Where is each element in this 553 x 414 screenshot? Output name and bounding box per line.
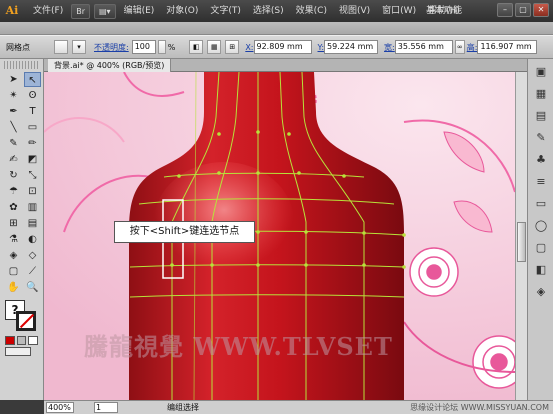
link-icon[interactable]: ∞ [454,40,465,54]
document-tab-bar: 背景.ai* @ 400% (RGB/预览) [44,59,527,72]
opacity-field[interactable]: 100 [131,40,156,54]
pencil-tool-icon[interactable]: ✏ [24,136,41,151]
arrange-documents-button[interactable]: ▤▾ [93,3,116,19]
zoom-tool-icon[interactable]: 🔍 [24,280,41,295]
canvas-watermark: 騰龍視覺 WWW.TLVSET [84,332,393,361]
brush-icon[interactable]: ▾ [72,40,86,54]
menu-type[interactable]: 文字(T) [204,0,247,22]
magic-wand-tool-icon[interactable]: ✴ [5,88,22,103]
scale-tool-icon[interactable]: ⤡ [24,168,41,183]
zoom-field[interactable]: 400% [46,402,74,413]
tools-panel: ➤ ↖ ✴ ʘ ✒ T ╲ ▭ ✎ ✏ ✍ ◩ ↻ ⤡ ☂ ⊡ ✿ ▥ ⊞ ▤ … [0,59,44,400]
type-tool-icon[interactable]: T [24,104,41,119]
menu-effect[interactable]: 效果(C) [290,0,333,22]
menu-bar: Ai 文件(F) Br ▤▾ 编辑(E) 对象(O) 文字(T) 选择(S) 效… [0,0,553,22]
close-icon[interactable]: ✕ [533,3,549,17]
color-panel-icon[interactable]: ▣ [531,63,551,81]
color-guide-icon[interactable]: ▦ [531,85,551,103]
menu-window[interactable]: 窗口(W) [376,0,422,22]
line-tool-icon[interactable]: ╲ [5,120,22,135]
opacity-dropdown-icon[interactable] [157,40,166,54]
width-field[interactable]: 35.556 mm [394,40,453,54]
lasso-tool-icon[interactable]: ʘ [24,88,41,103]
menu-view[interactable]: 视图(V) [333,0,376,22]
pen-tool-icon[interactable]: ✒ [5,104,22,119]
appearance-panel-icon[interactable]: ▢ [531,239,551,257]
height-label[interactable]: 高: [467,42,478,53]
minimize-icon[interactable]: – [497,3,513,17]
menu-edit[interactable]: 编辑(E) [118,0,161,22]
flower-1 [409,247,459,297]
slice-tool-icon[interactable]: ⟋ [24,264,41,279]
eraser-tool-icon[interactable]: ◩ [24,152,41,167]
document-tab[interactable]: 背景.ai* @ 400% (RGB/预览) [48,59,172,72]
free-transform-tool-icon[interactable]: ⊡ [24,184,41,199]
artboard-tool-icon[interactable]: ▢ [5,264,22,279]
opacity-link[interactable]: 不透明度: [94,42,129,53]
shift-select-tooltip: 按下<Shift>键连选节点 [114,221,255,243]
swatches-panel-icon[interactable]: ▤ [531,107,551,125]
mesh-tool-icon[interactable]: ⊞ [5,216,22,231]
x-field[interactable]: 92.809 mm [253,40,312,54]
none-mode-icon[interactable] [28,336,39,345]
blob-brush-tool-icon[interactable]: ✍ [5,152,22,167]
brushes-panel-icon[interactable]: ✎ [531,129,551,147]
gradient-tool-icon[interactable]: ▤ [24,216,41,231]
app-logo: Ai [5,4,19,17]
transform-icon[interactable]: ⊞ [225,40,240,54]
window-controls: – ▢ ✕ [497,3,549,17]
stroke-swatch-icon[interactable] [54,40,68,54]
vertical-scrollbar[interactable] [515,72,527,400]
status-bar: 400% 1 编组选择 思缘设计论坛 WWW.MISSYUAN.COM [44,400,553,414]
eyedropper-tool-icon[interactable]: ⚗ [5,232,22,247]
selection-type-label: 网格点 [6,42,30,52]
stroke-swatch[interactable] [16,311,36,331]
direct-selection-tool-icon[interactable]: ↖ [24,72,41,87]
hand-tool-icon[interactable]: ✋ [5,280,22,295]
height-field[interactable]: 116.907 mm [477,40,538,54]
recolor-icon[interactable]: ◧ [189,40,204,54]
blend-tool-icon[interactable]: ◐ [24,232,41,247]
status-text[interactable]: 编组选择 [138,402,228,413]
fill-stroke-widget[interactable]: ? [5,300,39,332]
menu-object[interactable]: 对象(O) [160,0,204,22]
panel-grip[interactable] [4,61,39,69]
menu-file[interactable]: 文件(F) [27,0,69,22]
opacity-unit: % [167,42,176,52]
layers-panel-icon[interactable]: ◈ [531,283,551,301]
stroke-panel-icon[interactable]: ≡ [531,173,551,191]
maximize-icon[interactable]: ▢ [515,3,531,17]
live-paint-selection-icon[interactable]: ◇ [24,248,41,263]
gradient-mode-icon[interactable] [16,336,27,345]
menu-select[interactable]: 选择(S) [247,0,290,22]
right-dock: ▣ ▦ ▤ ✎ ♣ ≡ ▭ ◯ ▢ ◧ ◈ [527,59,553,400]
width-label[interactable]: 宽: [384,42,395,53]
vertical-scroll-thumb[interactable] [517,222,526,262]
rotate-tool-icon[interactable]: ↻ [5,168,22,183]
graph-tool-icon[interactable]: ▥ [24,200,41,215]
graphic-styles-icon[interactable]: ◧ [531,261,551,279]
bridge-button[interactable]: Br [71,3,90,19]
symbols-panel-icon[interactable]: ♣ [531,151,551,169]
align-icon[interactable]: ▦ [207,40,222,54]
y-field[interactable]: 59.224 mm [324,40,379,54]
symbol-sprayer-tool-icon[interactable]: ✿ [5,200,22,215]
rectangle-tool-icon[interactable]: ▭ [24,120,41,135]
page-field[interactable]: 1 [94,402,118,413]
color-mode-icon[interactable] [5,336,15,345]
panel-strip [0,22,553,35]
workspace-switcher[interactable]: 基本功能 [426,3,462,19]
selection-tool-icon[interactable]: ➤ [5,72,22,87]
transparency-panel-icon[interactable]: ◯ [531,217,551,235]
site-watermark: 思缘设计论坛 WWW.MISSYUAN.COM [410,403,549,412]
screen-mode-icon[interactable] [5,347,31,356]
x-label[interactable]: X: [245,43,253,52]
warp-tool-icon[interactable]: ☂ [5,184,22,199]
paintbrush-tool-icon[interactable]: ✎ [5,136,22,151]
gradient-panel-icon[interactable]: ▭ [531,195,551,213]
live-paint-tool-icon[interactable]: ◈ [5,248,22,263]
control-bar: 网格点 ▾ 不透明度: 100 % ◧ ▦ ⊞ X: 92.809 mm Y: … [0,35,553,59]
